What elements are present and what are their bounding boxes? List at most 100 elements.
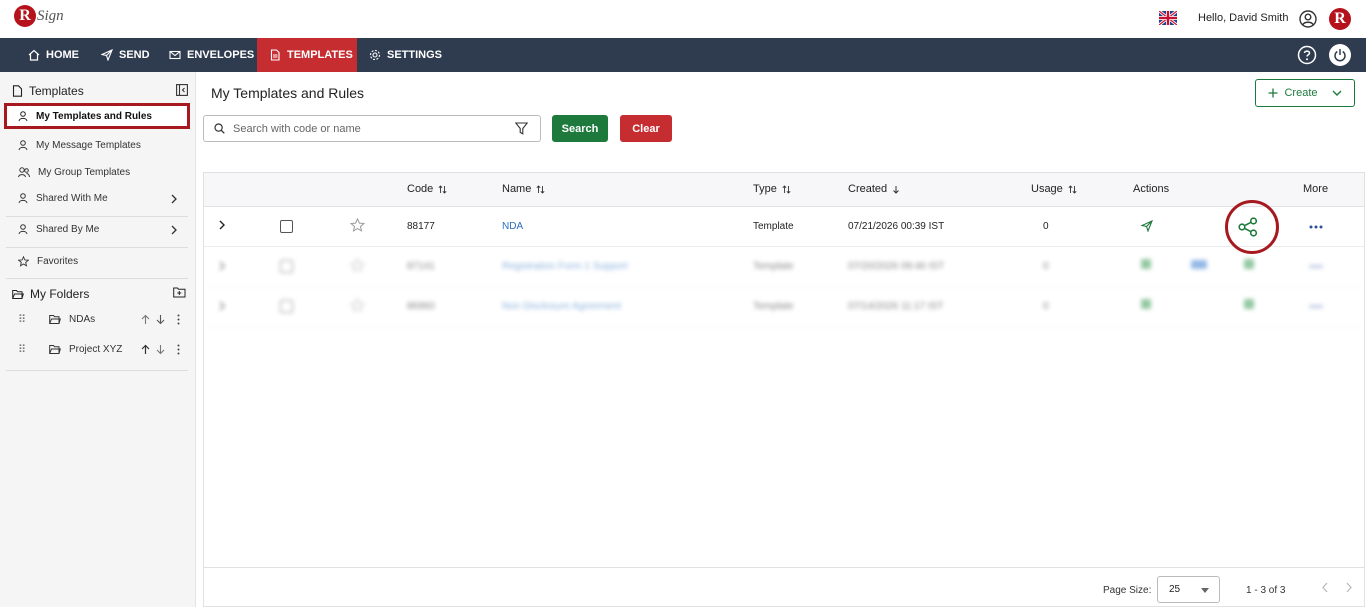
- expand-row-icon[interactable]: [218, 220, 226, 230]
- nav-settings[interactable]: SETTINGS: [358, 38, 453, 72]
- table-row[interactable]: 86960 Non Disclosure Agreement Template …: [204, 287, 1364, 327]
- folder-row-project-xyz[interactable]: ⠿ Project XYZ: [18, 343, 188, 356]
- column-header-type[interactable]: Type: [753, 183, 791, 195]
- create-label: Create: [1284, 87, 1318, 99]
- user-icon: [18, 140, 28, 151]
- sidebar-divider: [6, 278, 188, 279]
- users-icon: [18, 167, 30, 178]
- sidebar-item-label: My Templates and Rules: [36, 110, 152, 122]
- cell-name-link[interactable]: Non Disclosure Agreement: [502, 301, 621, 312]
- pagination-bar: Page Size: 25 1 - 3 of 3: [204, 567, 1364, 607]
- table-row[interactable]: 88177 NDA Template 07/21/2026 00:39 IST …: [204, 207, 1364, 247]
- chevron-right-icon[interactable]: [170, 194, 178, 204]
- column-label: Name: [502, 183, 532, 195]
- cell-name-link[interactable]: Registration Form 1 Support: [502, 261, 628, 272]
- next-page-icon[interactable]: [1345, 582, 1353, 593]
- share-action-icon[interactable]: [1244, 259, 1254, 269]
- nav-home[interactable]: HOME: [17, 38, 90, 72]
- nav-envelopes[interactable]: ENVELOPES: [158, 38, 265, 72]
- share-action-icon[interactable]: [1244, 299, 1254, 309]
- sidebar-title: Templates: [29, 84, 84, 98]
- sidebar-item-label: Shared With Me: [36, 193, 108, 204]
- sidebar-item-my-templates[interactable]: My Templates and Rules: [4, 103, 190, 129]
- cell-type: Template: [753, 261, 794, 272]
- send-action-icon[interactable]: [1141, 299, 1151, 309]
- account-avatar[interactable]: R: [1329, 8, 1351, 30]
- sidebar-item-shared-with-me[interactable]: Shared With Me: [18, 193, 188, 204]
- kebab-menu-icon[interactable]: [177, 344, 180, 355]
- nav-send[interactable]: SEND: [90, 38, 161, 72]
- user-profile-icon[interactable]: [1299, 10, 1317, 28]
- expand-row-icon[interactable]: [218, 261, 226, 271]
- sidebar-item-label: My Message Templates: [36, 140, 141, 151]
- expand-row-icon[interactable]: [218, 301, 226, 311]
- search-box[interactable]: [203, 115, 541, 142]
- search-input[interactable]: [233, 122, 493, 135]
- sort-icon: [438, 184, 447, 194]
- nav-templates[interactable]: TEMPLATES: [257, 38, 357, 72]
- templates-sidebar: Templates My Templates and Rules My Mess…: [0, 72, 196, 607]
- send-action-icon[interactable]: [1141, 220, 1153, 232]
- home-icon: [28, 49, 40, 61]
- user-icon: [18, 110, 28, 122]
- help-icon[interactable]: [1297, 45, 1317, 65]
- sidebar-item-favorites[interactable]: Favorites: [18, 256, 78, 267]
- page-title: My Templates and Rules: [211, 85, 365, 101]
- more-options-icon[interactable]: [1309, 305, 1323, 308]
- column-header-created[interactable]: Created: [848, 183, 900, 195]
- send-action-icon[interactable]: [1141, 259, 1151, 269]
- move-down-icon[interactable]: [156, 344, 165, 355]
- drag-handle-icon[interactable]: ⠿: [18, 313, 26, 326]
- drag-handle-icon[interactable]: ⠿: [18, 343, 26, 356]
- power-button[interactable]: [1329, 44, 1351, 66]
- rsign-logo[interactable]: R Sign: [14, 5, 64, 27]
- kebab-menu-icon[interactable]: [177, 314, 180, 325]
- row-checkbox[interactable]: [280, 300, 293, 313]
- prev-page-icon[interactable]: [1321, 582, 1329, 593]
- share-icon-highlight-circle: [1225, 200, 1279, 254]
- template-icon: [269, 49, 281, 61]
- uk-flag-icon[interactable]: [1159, 11, 1177, 25]
- sort-desc-icon: [892, 185, 900, 194]
- cell-code: 86960: [407, 301, 435, 312]
- filter-icon[interactable]: [515, 122, 528, 135]
- table-header: Code Name Type Created Usage Actions Mor…: [204, 173, 1364, 207]
- favorite-star-icon[interactable]: [350, 298, 365, 312]
- sidebar-item-label: My Group Templates: [38, 167, 131, 178]
- cell-name-link[interactable]: NDA: [502, 221, 523, 232]
- create-button[interactable]: Create: [1255, 79, 1355, 107]
- document-icon: [12, 85, 23, 97]
- sidebar-item-label: Favorites: [37, 256, 79, 267]
- templates-table: Code Name Type Created Usage Actions Mor…: [203, 172, 1365, 607]
- search-button[interactable]: Search: [552, 115, 608, 142]
- folders-header: My Folders: [12, 287, 89, 301]
- move-down-icon[interactable]: [156, 314, 165, 325]
- page-size-select[interactable]: 25: [1157, 576, 1220, 603]
- table-row[interactable]: 87141 Registration Form 1 Support Templa…: [204, 247, 1364, 287]
- pagination-range: 1 - 3 of 3: [1246, 585, 1286, 596]
- favorite-star-icon[interactable]: [350, 258, 365, 272]
- row-checkbox[interactable]: [280, 260, 293, 273]
- collapse-sidebar-icon[interactable]: [176, 84, 188, 96]
- sidebar-item-shared-by-me[interactable]: Shared By Me: [18, 224, 188, 235]
- column-header-code[interactable]: Code: [407, 183, 447, 195]
- chevron-right-icon[interactable]: [170, 225, 178, 235]
- column-label: Created: [848, 183, 888, 195]
- move-up-icon[interactable]: [141, 314, 150, 325]
- favorite-star-icon[interactable]: [350, 218, 365, 232]
- edit-action-icon[interactable]: [1191, 260, 1207, 269]
- cell-code: 87141: [407, 261, 435, 272]
- sidebar-item-group-templates[interactable]: My Group Templates: [18, 167, 130, 178]
- sidebar-item-message-templates[interactable]: My Message Templates: [18, 140, 141, 151]
- column-header-usage[interactable]: Usage: [1031, 183, 1077, 195]
- move-up-icon[interactable]: [141, 344, 150, 355]
- column-header-name[interactable]: Name: [502, 183, 545, 195]
- add-folder-icon[interactable]: [173, 287, 186, 298]
- folder-row-ndas[interactable]: ⠿ NDAs: [18, 313, 188, 326]
- row-checkbox[interactable]: [280, 220, 293, 233]
- more-options-icon[interactable]: [1309, 265, 1323, 268]
- clear-button[interactable]: Clear: [620, 115, 672, 142]
- cell-type: Template: [753, 221, 794, 232]
- more-options-icon[interactable]: [1309, 225, 1323, 229]
- sidebar-item-label: Shared By Me: [36, 224, 100, 235]
